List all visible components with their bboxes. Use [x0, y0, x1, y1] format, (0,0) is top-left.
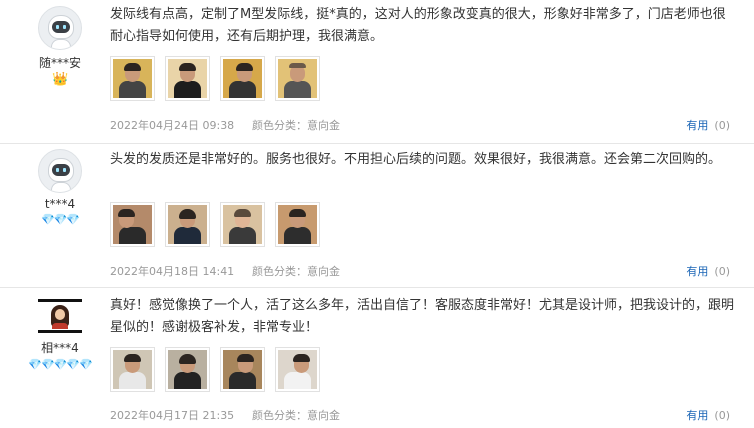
review-photo[interactable]: [165, 347, 210, 392]
review-photo[interactable]: [275, 56, 320, 101]
review-date: 2022年04月18日 14:41: [110, 265, 235, 278]
review-photos: [110, 56, 320, 101]
reviewer-name: 随***安: [38, 56, 81, 70]
useful-button[interactable]: 有用: [686, 265, 708, 278]
avatar[interactable]: [38, 299, 82, 333]
useful-count: (0): [714, 409, 730, 422]
diamond-icon: 💎💎💎💎💎: [28, 358, 92, 371]
review-photo[interactable]: [220, 347, 265, 392]
reviewer: 随***安 👑: [24, 6, 96, 86]
review-photo[interactable]: [220, 202, 265, 247]
review-item: 随***安 👑 发际线有点高，定制了M型发际线，挺*真的，这对人的形象改变真的很…: [0, 0, 754, 143]
review-date: 2022年04月17日 21:35: [110, 409, 235, 422]
reviewer: t***4 💎💎💎: [24, 149, 96, 226]
review-text: 发际线有点高，定制了M型发际线，挺*真的，这对人的形象改变真的很大，形象好非常多…: [110, 7, 726, 44]
useful-button[interactable]: 有用: [686, 119, 708, 132]
avatar[interactable]: [38, 149, 82, 193]
review-meta: 2022年04月24日 09:38 颜色分类：意向金: [110, 117, 340, 133]
reviewer: 相***4 💎💎💎💎💎: [24, 293, 96, 371]
review-text: 头发的发质还是非常好的。服务也很好。不用担心后续的问题。效果很好，我很满意。还会…: [110, 152, 722, 167]
reviewer-name: t***4: [44, 197, 76, 211]
review-meta: 2022年04月17日 21:35 颜色分类：意向金: [110, 407, 340, 423]
review-actions: 有用 (0): [686, 407, 730, 423]
review-variant: 颜色分类：意向金: [252, 265, 340, 278]
review-variant: 颜色分类：意向金: [252, 119, 340, 132]
useful-button[interactable]: 有用: [686, 409, 708, 422]
review-text: 真好！感觉像换了一个人，活了这么多年，活出自信了！客服态度非常好！尤其是设计师，…: [110, 298, 735, 335]
review-photo[interactable]: [110, 347, 155, 392]
review-meta: 2022年04月18日 14:41 颜色分类：意向金: [110, 263, 340, 279]
avatar[interactable]: [38, 6, 82, 50]
review-photo[interactable]: [165, 202, 210, 247]
review-photo[interactable]: [110, 56, 155, 101]
review-photo[interactable]: [275, 202, 320, 247]
review-photos: [110, 202, 320, 247]
useful-count: (0): [714, 119, 730, 132]
review-actions: 有用 (0): [686, 117, 730, 133]
reviewer-name: 相***4: [41, 341, 79, 355]
review-photo[interactable]: [165, 56, 210, 101]
review-item: 相***4 💎💎💎💎💎 真好！感觉像换了一个人，活了这么多年，活出自信了！客服态…: [0, 287, 754, 428]
review-photo[interactable]: [110, 202, 155, 247]
useful-count: (0): [714, 265, 730, 278]
review-variant: 颜色分类：意向金: [252, 409, 340, 422]
diamond-icon: 💎💎💎: [40, 213, 80, 226]
review-date: 2022年04月24日 09:38: [110, 119, 235, 132]
review-item: t***4 💎💎💎 头发的发质还是非常好的。服务也很好。不用担心后续的问题。效果…: [0, 143, 754, 287]
review-actions: 有用 (0): [686, 263, 730, 279]
review-photos: [110, 347, 320, 392]
review-photo[interactable]: [275, 347, 320, 392]
crown-icon: 👑: [52, 72, 68, 87]
review-photo[interactable]: [220, 56, 265, 101]
